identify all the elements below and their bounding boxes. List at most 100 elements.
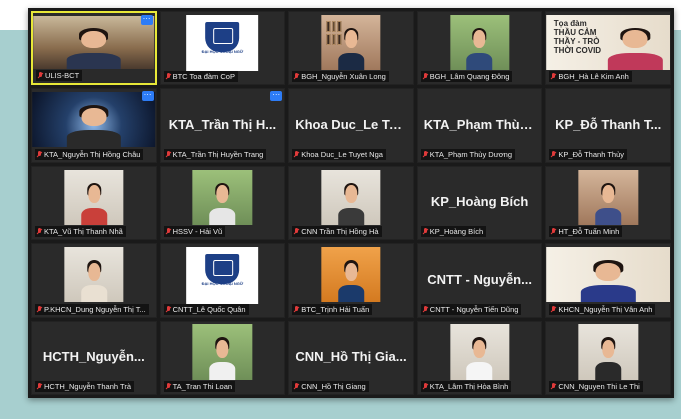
participant-name-label: BGH_Lâm Quang Đông xyxy=(420,71,513,83)
participant-name: CNN Trần Thị Hồng Hà xyxy=(301,227,379,237)
participant-video: ĐẠI HỌC NGOẠI NGỮ xyxy=(186,247,259,304)
participant-name-label: HCTH_Nguyễn Thanh Trà xyxy=(35,381,134,392)
muted-mic-icon xyxy=(166,305,171,313)
participant-tile[interactable]: KTA_Nguyễn Thị Hồng Châu ··· xyxy=(31,88,157,163)
participant-display-name: KP_Hoàng Bích xyxy=(430,194,529,210)
participant-tile[interactable]: KTA_Lâm Thị Hòa Bình xyxy=(416,320,543,395)
participant-tile[interactable]: KP_Hoàng Bích KP_Hoàng Bích xyxy=(416,165,543,241)
muted-mic-icon xyxy=(294,305,299,313)
muted-mic-icon xyxy=(294,150,299,158)
participant-name-label: KTA_Trần Thị Huyền Trang xyxy=(163,148,267,160)
participant-tile[interactable]: KTA_Vũ Thị Thanh Nhã xyxy=(31,165,157,241)
participant-name-label: KHCN_Nguyễn Thị Vân Anh xyxy=(549,303,656,315)
participant-silhouette xyxy=(80,259,107,303)
muted-mic-icon xyxy=(166,150,171,158)
participant-display-name: KTA_Phạm Thùy... xyxy=(423,116,537,132)
participant-name-label: KTA_Vũ Thị Thanh Nhã xyxy=(35,226,126,238)
participant-name: BGH_Lâm Quang Đông xyxy=(429,72,510,82)
participant-silhouette xyxy=(466,27,493,70)
muted-mic-icon xyxy=(423,383,428,390)
participant-tile[interactable]: KTA_Trần Thị H... KTA_Trần Thị Huyền Tran… xyxy=(159,88,286,163)
video-gallery-grid: ULIS-BCT ··· ĐẠI HỌC NGOẠI NGỮ BTC Toa đàm … xyxy=(28,8,674,398)
muted-mic-icon xyxy=(551,150,556,158)
participant-name-label: CNN_Nguyen Thi Le Thi xyxy=(549,381,643,392)
muted-mic-icon xyxy=(166,228,171,235)
participant-tile[interactable]: KHCN_Nguyễn Thị Vân Anh xyxy=(545,243,671,318)
participant-name: CNN_Nguyen Thi Le Thi xyxy=(558,382,640,391)
participant-name-label: CNN Trần Thị Hồng Hà xyxy=(292,226,382,238)
participant-tile[interactable]: BGH_Nguyễn Xuân Long xyxy=(288,11,414,86)
participant-name-label: P.KHCN_Dung Nguyễn Thị T... xyxy=(35,303,149,315)
participant-name: CNTT - Nguyễn Tiến Dũng xyxy=(429,304,519,314)
participant-display-name: CNTT - Nguyễn... xyxy=(427,271,532,287)
muted-mic-icon xyxy=(423,73,428,80)
muted-mic-icon xyxy=(166,383,171,390)
more-options-icon[interactable]: ··· xyxy=(141,91,154,102)
more-options-icon[interactable]: ··· xyxy=(270,91,283,102)
participant-tile[interactable]: HCTH_Nguyễn... HCTH_Nguyễn Thanh Trà xyxy=(31,320,157,395)
participant-tile[interactable]: TA_Tran Thi Loan xyxy=(159,320,286,395)
participant-silhouette xyxy=(337,27,365,70)
participant-tile[interactable]: KP_Đỗ Thanh T... KP_Đỗ Thanh Thủy xyxy=(545,88,671,163)
participant-silhouette xyxy=(209,337,236,380)
participant-video xyxy=(449,14,510,70)
participant-video xyxy=(33,15,155,70)
participant-name-label: BGH_Nguyễn Xuân Long xyxy=(292,71,389,83)
participant-name: P.KHCN_Dung Nguyễn Thị T... xyxy=(44,304,146,314)
participant-name: ULIS-BCT xyxy=(45,71,80,81)
participant-name: KTA_Phạm Thùy Dương xyxy=(429,149,512,159)
university-logo xyxy=(205,253,240,284)
muted-mic-icon xyxy=(294,383,299,390)
participant-tile[interactable]: CNN_Nguyen Thi Le Thi xyxy=(545,320,671,395)
more-options-icon[interactable]: ··· xyxy=(140,15,153,25)
participant-name: KHCN_Nguyễn Thị Vân Anh xyxy=(558,304,653,314)
participant-name: KTA_Lâm Thị Hòa Bình xyxy=(429,382,509,391)
participant-tile[interactable]: Tọa đàm THẦU CẢM THẦY - TRÒ THỜI COVID BG… xyxy=(545,11,671,86)
participant-tile[interactable]: HSSV - Hải Vũ xyxy=(159,165,286,241)
poster-text: Tọa đàm THẦU CẢM THẦY - TRÒ THỜI COVID xyxy=(553,19,602,55)
participant-tile[interactable]: CNN_Hồ Thị Gia... CNN_Hồ Thị Giang xyxy=(288,320,414,395)
participant-name-label: CNTT_Lê Quốc Quân xyxy=(163,303,249,315)
participant-silhouette xyxy=(608,27,663,70)
participant-name-label: BTC Toa đàm CoP xyxy=(163,71,238,83)
participant-video xyxy=(321,169,381,225)
logo-caption: ĐẠI HỌC NGOẠI NGỮ xyxy=(201,48,244,54)
participant-tile[interactable]: P.KHCN_Dung Nguyễn Thị T... xyxy=(31,243,157,318)
participant-tile[interactable]: BTC_Trịnh Hải Tuấn xyxy=(288,243,414,318)
muted-mic-icon xyxy=(423,228,428,235)
participant-display-name: HCTH_Nguyễn... xyxy=(42,349,145,365)
muted-mic-icon xyxy=(37,228,42,235)
participant-name: KTA_Vũ Thị Thanh Nhã xyxy=(44,227,123,237)
muted-mic-icon xyxy=(551,73,556,80)
participant-name-label: CNN_Hồ Thị Giang xyxy=(292,381,369,392)
participant-silhouette xyxy=(67,28,121,70)
participant-name: CNTT_Lê Quốc Quân xyxy=(172,304,246,314)
muted-mic-icon xyxy=(166,73,171,80)
muted-mic-icon xyxy=(551,305,556,313)
participant-video xyxy=(192,324,253,380)
participant-tile[interactable]: CNN Trần Thị Hồng Hà xyxy=(288,165,414,241)
participant-name: HT_Đỗ Tuấn Minh xyxy=(558,227,620,237)
participant-video xyxy=(64,247,124,303)
participant-name-label: KTA_Nguyễn Thị Hồng Châu xyxy=(35,148,144,160)
participant-name: TA_Tran Thi Loan xyxy=(172,382,233,391)
participant-tile[interactable]: ĐẠI HỌC NGOẠI NGỮ BTC Toa đàm CoP xyxy=(159,11,286,86)
participant-video xyxy=(321,14,381,70)
participant-name: BGH_Hà Lê Kim Anh xyxy=(558,72,629,82)
participant-video: ĐẠI HỌC NGOẠI NGỮ xyxy=(186,14,259,72)
participant-tile[interactable]: HT_Đỗ Tuấn Minh xyxy=(545,165,671,241)
participant-silhouette xyxy=(466,337,493,380)
participant-tile[interactable]: BGH_Lâm Quang Đông xyxy=(416,11,543,86)
muted-mic-icon xyxy=(551,228,556,235)
participant-name: Khoa Duc_Le Tuyet Nga xyxy=(301,149,383,159)
participant-display-name: KTA_Trần Thị H... xyxy=(168,116,277,132)
participant-tile[interactable]: KTA_Phạm Thùy... KTA_Phạm Thùy Dương xyxy=(416,88,543,163)
participant-tile[interactable]: ULIS-BCT ··· xyxy=(31,11,157,86)
participant-tile[interactable]: ĐẠI HỌC NGOẠI NGỮ CNTT_Lê Quốc Quân xyxy=(159,243,286,318)
logo-caption: ĐẠI HỌC NGOẠI NGỮ xyxy=(201,280,244,286)
participant-tile[interactable]: Khoa Duc_Le Tu... Khoa Duc_Le Tuyet Nga xyxy=(288,88,414,163)
participant-video xyxy=(449,324,510,380)
participant-display-name: Khoa Duc_Le Tu... xyxy=(295,116,408,132)
participant-tile[interactable]: CNTT - Nguyễn... CNTT - Nguyễn Tiến Dũng xyxy=(416,243,543,318)
participant-silhouette xyxy=(80,182,107,225)
